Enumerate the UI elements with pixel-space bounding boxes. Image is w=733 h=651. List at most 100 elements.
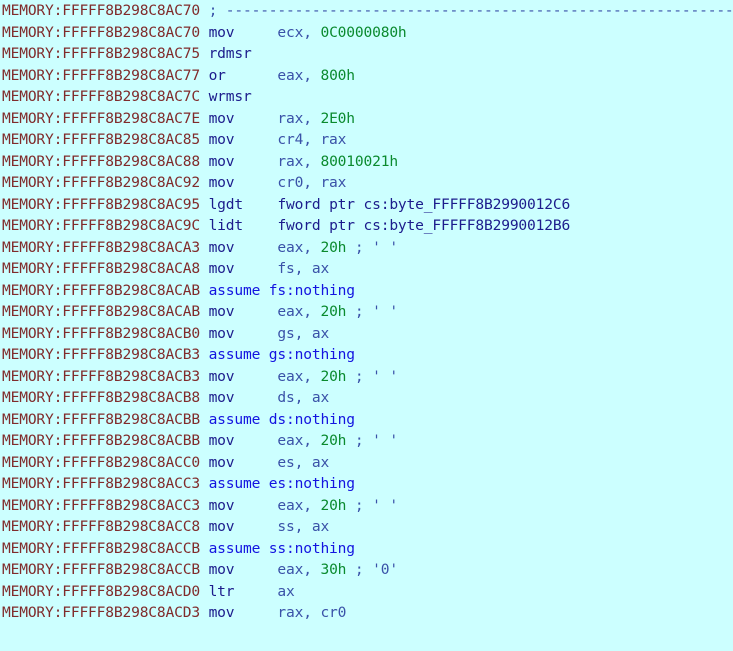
instruction-operands[interactable]: cr4, rax <box>277 131 346 148</box>
disassembly-line[interactable]: MEMORY:FFFFF8B298C8ACCB mov eax, 30h ; '… <box>0 559 733 581</box>
disassembly-line[interactable]: MEMORY:FFFFF8B298C8AC9C lidt fword ptr c… <box>0 215 733 237</box>
instruction-mnemonic[interactable]: mov <box>209 454 235 471</box>
instruction-operands[interactable]: eax, <box>277 368 312 385</box>
instruction-mnemonic[interactable]: mov <box>209 153 235 170</box>
line-address: MEMORY:FFFFF8B298C8ACA8 <box>2 260 200 277</box>
numeric-literal[interactable]: 20h <box>320 368 346 385</box>
disassembly-line[interactable]: MEMORY:FFFFF8B298C8AC77 or eax, 800h <box>0 65 733 87</box>
mnemonic-padding <box>234 325 277 342</box>
numeric-literal[interactable]: 20h <box>320 432 346 449</box>
instruction-mnemonic[interactable]: lgdt <box>209 196 244 213</box>
numeric-literal[interactable]: 20h <box>320 497 346 514</box>
disassembly-line[interactable]: MEMORY:FFFFF8B298C8ACD0 ltr ax <box>0 581 733 603</box>
numeric-literal[interactable]: 0C0000080h <box>320 24 406 41</box>
numeric-literal[interactable]: 2E0h <box>320 110 355 127</box>
numeric-literal[interactable]: 20h <box>320 303 346 320</box>
line-address: MEMORY:FFFFF8B298C8AC7E <box>2 109 200 127</box>
disassembly-line[interactable]: MEMORY:FFFFF8B298C8ACA3 mov eax, 20h ; '… <box>0 237 733 259</box>
symbol-reference[interactable]: byte_FFFFF8B2990012B6 <box>389 217 570 234</box>
instruction-mnemonic[interactable]: or <box>209 67 226 84</box>
instruction-operands[interactable]: ds, ax <box>277 389 329 406</box>
instruction-mnemonic[interactable]: rdmsr <box>209 45 252 62</box>
line-address: MEMORY:FFFFF8B298C8ACAB <box>2 303 200 320</box>
line-address: MEMORY:FFFFF8B298C8AC70 <box>2 2 200 19</box>
instruction-operands[interactable]: eax, <box>277 561 312 578</box>
instruction-operands[interactable]: ecx, <box>277 24 312 41</box>
instruction-mnemonic[interactable]: mov <box>209 174 235 191</box>
instruction-operands[interactable]: rax, <box>277 110 312 127</box>
numeric-literal[interactable]: 800h <box>320 67 355 84</box>
numeric-literal[interactable]: 20h <box>320 239 346 256</box>
disassembly-line[interactable]: MEMORY:FFFFF8B298C8AC70 mov ecx, 0C00000… <box>0 22 733 44</box>
disassembly-line[interactable]: MEMORY:FFFFF8B298C8ACB3 mov eax, 20h ; '… <box>0 366 733 388</box>
disassembly-line[interactable]: MEMORY:FFFFF8B298C8ACC3 assume es:nothin… <box>0 473 733 495</box>
line-address: MEMORY:FFFFF8B298C8AC88 <box>2 152 200 170</box>
line-address: MEMORY:FFFFF8B298C8ACB3 <box>2 346 200 363</box>
disassembly-line[interactable]: MEMORY:FFFFF8B298C8ACCB assume ss:nothin… <box>0 538 733 560</box>
disassembly-line[interactable]: MEMORY:FFFFF8B298C8AC85 mov cr4, rax <box>0 129 733 151</box>
instruction-operands[interactable]: ax <box>277 583 294 600</box>
instruction-operands[interactable]: gs, ax <box>277 325 329 342</box>
symbol-reference[interactable]: byte_FFFFF8B2990012C6 <box>389 196 570 213</box>
address-gap <box>200 131 209 148</box>
instruction-operands[interactable]: ss, ax <box>277 518 329 535</box>
instruction-mnemonic[interactable]: mov <box>209 518 235 535</box>
disassembly-line[interactable]: MEMORY:FFFFF8B298C8ACC3 mov eax, 20h ; '… <box>0 495 733 517</box>
instruction-mnemonic[interactable]: mov <box>209 260 235 277</box>
disassembly-line[interactable]: MEMORY:FFFFF8B298C8ACAB mov eax, 20h ; '… <box>0 301 733 323</box>
disassembly-line[interactable]: MEMORY:FFFFF8B298C8ACBB mov eax, 20h ; '… <box>0 430 733 452</box>
instruction-mnemonic[interactable]: lidt <box>209 217 244 234</box>
disassembly-line[interactable]: MEMORY:FFFFF8B298C8ACAB assume fs:nothin… <box>0 280 733 302</box>
instruction-mnemonic[interactable]: ltr <box>209 583 235 600</box>
disassembly-line[interactable]: MEMORY:FFFFF8B298C8ACB8 mov ds, ax <box>0 387 733 409</box>
disassembly-line[interactable]: MEMORY:FFFFF8B298C8ACC0 mov es, ax <box>0 452 733 474</box>
disassembly-line[interactable]: MEMORY:FFFFF8B298C8AC75 rdmsr <box>0 43 733 65</box>
address-gap <box>200 411 209 428</box>
instruction-operands[interactable]: eax, <box>277 303 312 320</box>
address-gap <box>200 2 209 19</box>
disassembly-line[interactable]: MEMORY:FFFFF8B298C8AC88 mov rax, 8001002… <box>0 151 733 173</box>
disassembly-line[interactable]: MEMORY:FFFFF8B298C8ACB3 assume gs:nothin… <box>0 344 733 366</box>
instruction-mnemonic[interactable]: mov <box>209 24 235 41</box>
instruction-mnemonic[interactable]: wrmsr <box>209 88 252 105</box>
address-gap <box>200 368 209 385</box>
instruction-mnemonic[interactable]: mov <box>209 131 235 148</box>
disassembly-line[interactable]: MEMORY:FFFFF8B298C8ACB0 mov gs, ax <box>0 323 733 345</box>
disassembly-line[interactable]: MEMORY:FFFFF8B298C8AC7C wrmsr <box>0 86 733 108</box>
instruction-mnemonic[interactable]: mov <box>209 110 235 127</box>
address-gap <box>200 389 209 406</box>
instruction-operands[interactable]: eax, <box>277 67 312 84</box>
numeric-literal[interactable]: 30h <box>320 561 346 578</box>
instruction-operands[interactable]: rax, cr0 <box>277 604 346 621</box>
instruction-operands[interactable]: fs, ax <box>277 260 329 277</box>
instruction-operands[interactable]: eax, <box>277 239 312 256</box>
instruction-mnemonic[interactable]: mov <box>209 604 235 621</box>
disassembly-line[interactable]: MEMORY:FFFFF8B298C8AC95 lgdt fword ptr c… <box>0 194 733 216</box>
disassembly-line[interactable]: MEMORY:FFFFF8B298C8AC70 ; --------------… <box>0 0 733 22</box>
instruction-mnemonic[interactable]: mov <box>209 561 235 578</box>
address-gap <box>200 604 209 621</box>
instruction-mnemonic[interactable]: mov <box>209 239 235 256</box>
mnemonic-padding <box>234 174 277 191</box>
numeric-literal[interactable]: 80010021h <box>320 153 398 170</box>
disassembly-line[interactable]: MEMORY:FFFFF8B298C8ACA8 mov fs, ax <box>0 258 733 280</box>
instruction-operands[interactable]: eax, <box>277 432 312 449</box>
disassembly-line[interactable]: MEMORY:FFFFF8B298C8ACD3 mov rax, cr0 <box>0 602 733 624</box>
mnemonic-padding <box>234 604 277 621</box>
instruction-mnemonic[interactable]: mov <box>209 389 235 406</box>
disassembly-line[interactable]: MEMORY:FFFFF8B298C8ACBB assume ds:nothin… <box>0 409 733 431</box>
instruction-mnemonic[interactable]: mov <box>209 497 235 514</box>
disassembly-line[interactable]: MEMORY:FFFFF8B298C8AC92 mov cr0, rax <box>0 172 733 194</box>
disassembly-line[interactable]: MEMORY:FFFFF8B298C8AC7E mov rax, 2E0h <box>0 108 733 130</box>
instruction-operands[interactable]: eax, <box>277 497 312 514</box>
instruction-operands[interactable]: es, ax <box>277 454 329 471</box>
instruction-operands[interactable]: rax, <box>277 153 312 170</box>
instruction-mnemonic[interactable]: mov <box>209 325 235 342</box>
instruction-mnemonic[interactable]: mov <box>209 368 235 385</box>
address-gap <box>200 67 209 84</box>
disassembly-view[interactable]: MEMORY:FFFFF8B298C8AC70 ; --------------… <box>0 0 733 651</box>
disassembly-line[interactable]: MEMORY:FFFFF8B298C8ACC8 mov ss, ax <box>0 516 733 538</box>
instruction-mnemonic[interactable]: mov <box>209 432 235 449</box>
instruction-operands[interactable]: cr0, rax <box>277 174 346 191</box>
instruction-mnemonic[interactable]: mov <box>209 303 235 320</box>
